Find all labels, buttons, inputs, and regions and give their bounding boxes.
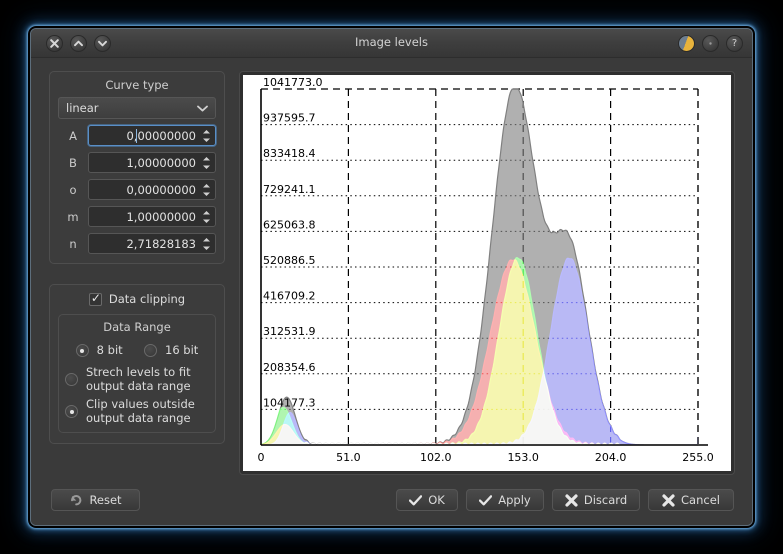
check-icon: ✓ <box>90 290 101 305</box>
help-icon[interactable]: ? <box>726 35 743 52</box>
curve-type-select[interactable]: linear <box>58 97 216 119</box>
window-title: Image levels <box>354 35 428 49</box>
param-value-o: 0,00000000 <box>126 182 196 197</box>
histogram-svg: 104177.3 208354.6 312531.9 416709.2 520886.5… <box>258 76 714 464</box>
y-axis-tick-label: 625063.8 <box>263 218 316 231</box>
param-value-b: 1,00000000 <box>126 155 196 170</box>
apply-button-label: Apply <box>498 493 531 507</box>
reset-button[interactable]: Reset <box>51 489 140 511</box>
param-row-o: o 0,00000000 <box>58 179 216 200</box>
ok-button-label: OK <box>428 493 445 507</box>
apply-button[interactable]: Apply <box>466 489 544 511</box>
radio-stretch-label: Strech levels to fit output data range <box>86 365 191 393</box>
param-input-a[interactable]: 0,00000000 <box>88 125 216 146</box>
radio-8bit[interactable]: 8 bit <box>75 343 123 357</box>
param-input-b[interactable]: 1,00000000 <box>88 152 216 173</box>
x-axis-tick-label: 153.0 <box>507 451 539 464</box>
cross-icon <box>662 493 675 507</box>
reset-button-label: Reset <box>89 493 122 507</box>
param-row-b: B 1,00000000 <box>58 152 216 173</box>
y-axis-tick-label: 104177.3 <box>263 396 316 409</box>
param-row-a: A 0,00000000 <box>58 125 216 146</box>
bit-depth-radios: 8 bit 16 bit <box>65 344 209 357</box>
y-axis-tick-label: 1041773.0 <box>263 76 323 89</box>
radio-8bit-indicator[interactable] <box>75 344 89 357</box>
dialog-body: Curve type linear A 0,00000000 B 1,00000… <box>31 59 752 525</box>
param-label-a: A <box>69 128 77 143</box>
param-value-n: 2,71828183 <box>126 236 196 251</box>
y-axis-tick-label: 833418.4 <box>263 147 316 160</box>
undo-icon <box>69 493 83 507</box>
spinner-arrows-icon[interactable] <box>202 156 211 169</box>
param-label-o: o <box>69 182 77 197</box>
text-caret <box>136 129 137 143</box>
check-icon <box>409 494 423 506</box>
spinner-arrows-icon[interactable] <box>202 210 211 223</box>
image-levels-dialog: Image levels ? Curve type linear A 0,000… <box>30 28 753 526</box>
cross-icon <box>565 493 578 507</box>
param-value-m: 1,00000000 <box>126 209 196 224</box>
param-input-n[interactable]: 2,71828183 <box>88 233 216 254</box>
cancel-button[interactable]: Cancel <box>648 489 734 511</box>
dialog-action-buttons: OK Apply Discard Cancel <box>396 489 734 511</box>
spinner-arrows-icon[interactable] <box>202 183 211 196</box>
left-panel: Curve type linear A 0,00000000 B 1,00000… <box>49 71 225 444</box>
radio-clip-indicator[interactable] <box>65 405 78 418</box>
param-row-n: n 2,71828183 <box>58 233 216 254</box>
radio-16bit-indicator[interactable] <box>144 344 158 357</box>
param-label-m: m <box>67 209 79 224</box>
y-axis-tick-label: 312531.9 <box>263 325 316 338</box>
radio-16bit-label: 16 bit <box>165 343 199 357</box>
y-axis-tick-label: 520886.5 <box>263 254 316 267</box>
data-clipping-group: ✓ Data clipping Data Range 8 bit 16 bit … <box>49 284 225 444</box>
param-label-b: B <box>69 155 77 170</box>
radio-stretch-levels[interactable]: Strech levels to fit output data range <box>65 365 209 393</box>
x-axis-tick-label: 255.0 <box>682 451 714 464</box>
curve-type-group: Curve type linear A 0,00000000 B 1,00000… <box>49 71 225 264</box>
minimize-icon[interactable] <box>678 35 695 52</box>
x-axis-tick-label: 204.0 <box>595 451 627 464</box>
radio-stretch-indicator[interactable] <box>65 373 78 386</box>
y-axis-tick-label: 937595.7 <box>263 112 316 125</box>
x-axis-tick-label: 102.0 <box>420 451 452 464</box>
param-input-m[interactable]: 1,00000000 <box>88 206 216 227</box>
param-label-n: n <box>69 236 77 251</box>
ok-button[interactable]: OK <box>396 489 458 511</box>
cancel-button-label: Cancel <box>681 493 720 507</box>
radio-clip-label: Clip values outside output data range <box>86 397 195 425</box>
screen: Image levels ? Curve type linear A 0,000… <box>0 0 783 554</box>
param-input-o[interactable]: 0,00000000 <box>88 179 216 200</box>
x-axis-tick-label: 51.0 <box>336 451 361 464</box>
radio-16bit[interactable]: 16 bit <box>144 344 198 357</box>
spinner-arrows-icon[interactable] <box>202 129 211 142</box>
curve-type-value: linear <box>66 101 99 115</box>
maximize-icon[interactable] <box>702 35 719 52</box>
check-icon <box>479 494 493 506</box>
y-axis-tick-label: 208354.6 <box>263 361 316 374</box>
radio-8bit-label: 8 bit <box>96 343 123 357</box>
histogram-panel: 104177.3 208354.6 312531.9 416709.2 520886.5… <box>239 71 735 475</box>
data-clipping-checkbox-row[interactable]: ✓ Data clipping <box>58 290 216 306</box>
data-range-title: Data Range <box>103 320 171 334</box>
y-axis-tick-label: 416709.2 <box>263 290 316 303</box>
curve-type-title: Curve type <box>105 78 169 92</box>
titlebar[interactable]: Image levels ? <box>31 29 752 58</box>
chevron-down-icon <box>197 101 208 115</box>
radio-clip-values[interactable]: Clip values outside output data range <box>65 397 209 425</box>
x-axis-tick-label: 0 <box>258 451 265 464</box>
y-axis-tick-label: 729241.1 <box>263 183 316 196</box>
discard-button[interactable]: Discard <box>552 489 640 511</box>
data-clipping-label: Data clipping <box>108 292 186 306</box>
data-range-subgroup: Data Range 8 bit 16 bit Strech levels to… <box>58 314 216 433</box>
data-clipping-checkbox[interactable]: ✓ <box>88 290 102 306</box>
spinner-arrows-icon[interactable] <box>202 237 211 250</box>
param-row-m: m 1,00000000 <box>58 206 216 227</box>
discard-button-label: Discard <box>583 493 628 507</box>
histogram-canvas[interactable]: 104177.3 208354.6 312531.9 416709.2 520886.5… <box>243 75 731 471</box>
